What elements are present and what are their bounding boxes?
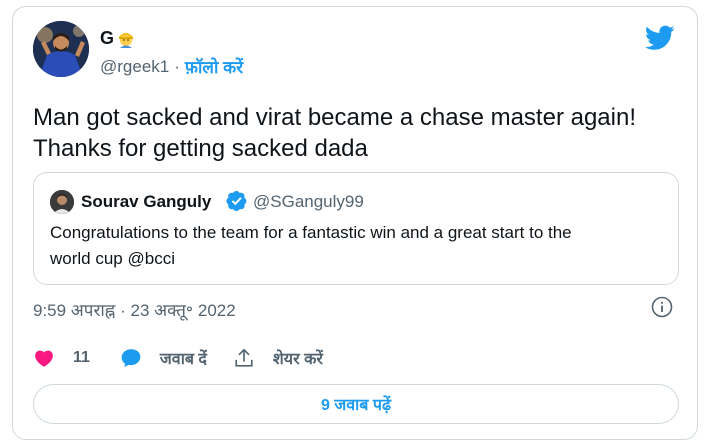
share-label: शेयर करें (272, 351, 323, 368)
share-icon (235, 348, 253, 367)
quoted-text-line: world cup @bcci (50, 249, 175, 268)
like-count: 11 (73, 349, 90, 366)
twitter-bird-icon[interactable] (645, 25, 675, 51)
read-replies-button[interactable]: 9 जवाब पढ़ें (33, 384, 679, 424)
quoted-author-avatar (50, 190, 74, 214)
reply-icon (121, 349, 141, 368)
author-handle[interactable]: @rgeek1 (100, 57, 169, 77)
tweet-text-line: Man got sacked and virat became a chase … (33, 104, 636, 131)
follow-button[interactable]: फ़ॉलो करें (185, 55, 243, 78)
quoted-author-handle: @SGanguly99 (253, 192, 364, 211)
reply-label: जवाब दें (159, 351, 207, 368)
info-icon[interactable] (651, 296, 673, 318)
author-name[interactable]: G (100, 28, 114, 49)
quoted-text-line: Congratulations to the team for a fantas… (50, 223, 572, 242)
author-handle-row: @rgeek1 · फ़ॉलो करें (100, 55, 243, 78)
tweet-text: Man got sacked and virat became a chase … (33, 102, 683, 164)
verified-badge-icon (226, 191, 247, 211)
separator: · (174, 56, 180, 76)
share-button[interactable]: शेयर करें (233, 347, 323, 369)
author-avatar[interactable] (33, 21, 89, 77)
tweet-text-line: Thanks for getting sacked dada (33, 135, 368, 162)
emoji-icon (119, 32, 134, 48)
quoted-author-name: Sourav Ganguly (81, 192, 212, 211)
quoted-tweet[interactable]: Sourav Ganguly @SGanguly99 Congratulatio… (33, 172, 679, 285)
author-name-row[interactable]: G (100, 28, 136, 49)
tweet-card: G @rgeek1 · फ़ॉलो करें Man got sacked an… (12, 6, 698, 440)
heart-icon (35, 350, 53, 367)
tweet-actions: 11 जवाब दें शेयर करें (33, 347, 323, 369)
tweet-timestamp[interactable]: 9:59 अपराह्न · 23 अक्तू॰ 2022 (33, 298, 236, 321)
reply-button[interactable]: जवाब दें (120, 347, 233, 369)
like-button[interactable]: 11 (33, 347, 120, 369)
quoted-tweet-text: Congratulations to the team for a fantas… (50, 220, 660, 272)
